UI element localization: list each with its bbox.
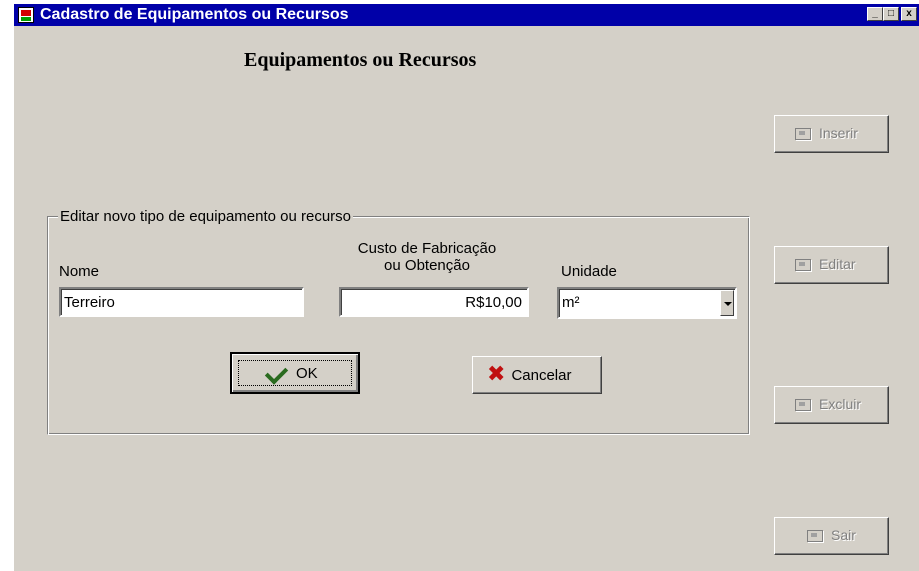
window-title: Cadastro de Equipamentos ou Recursos	[40, 6, 349, 23]
window-controls: _ □ x	[867, 7, 917, 21]
dropdown-arrow-icon[interactable]	[720, 290, 734, 316]
main-window: Cadastro de Equipamentos ou Recursos _ □…	[14, 4, 919, 571]
app-icon[interactable]	[18, 7, 34, 23]
excluir-button[interactable]: Excluir	[774, 386, 889, 424]
close-button[interactable]: x	[901, 7, 917, 21]
custo-label-line1: Custo de Fabricação	[357, 240, 497, 257]
nome-label: Nome	[59, 263, 100, 280]
insert-icon	[793, 125, 813, 141]
sair-label: Sair	[831, 527, 856, 543]
sair-button[interactable]: Sair	[774, 517, 889, 555]
cancelar-button[interactable]: ✖ Cancelar	[472, 356, 602, 394]
check-icon	[264, 363, 290, 383]
title-bar[interactable]: Cadastro de Equipamentos ou Recursos _ □…	[14, 4, 919, 26]
editar-label: Editar	[819, 256, 856, 272]
edit-icon	[793, 256, 813, 272]
exit-icon	[805, 527, 825, 543]
inserir-label: Inserir	[819, 125, 858, 141]
nome-value: Terreiro	[64, 294, 115, 311]
page-title: Equipamentos ou Recursos	[244, 49, 477, 71]
custo-field[interactable]: R$10,00	[339, 287, 529, 317]
x-icon: ✖	[487, 362, 506, 387]
groupbox-legend: Editar novo tipo de equipamento ou recur…	[58, 208, 354, 225]
cancelar-label: Cancelar	[511, 366, 572, 384]
delete-icon	[793, 396, 813, 412]
ok-label: OK	[296, 364, 318, 382]
inserir-button[interactable]: Inserir	[774, 115, 889, 153]
nome-field[interactable]: Terreiro	[59, 287, 304, 317]
minimize-button[interactable]: _	[867, 7, 883, 21]
editar-button[interactable]: Editar	[774, 246, 889, 284]
unidade-label: Unidade	[561, 263, 617, 280]
custo-label: Custo de Fabricação ou Obtenção	[332, 240, 522, 274]
custo-value: R$10,00	[465, 294, 522, 311]
unidade-select[interactable]: m²	[557, 287, 737, 319]
maximize-button[interactable]: □	[883, 7, 899, 21]
unidade-value: m²	[562, 294, 580, 311]
excluir-label: Excluir	[819, 396, 862, 412]
ok-button[interactable]: OK	[230, 352, 360, 394]
custo-label-line2: ou Obtenção	[384, 257, 470, 274]
